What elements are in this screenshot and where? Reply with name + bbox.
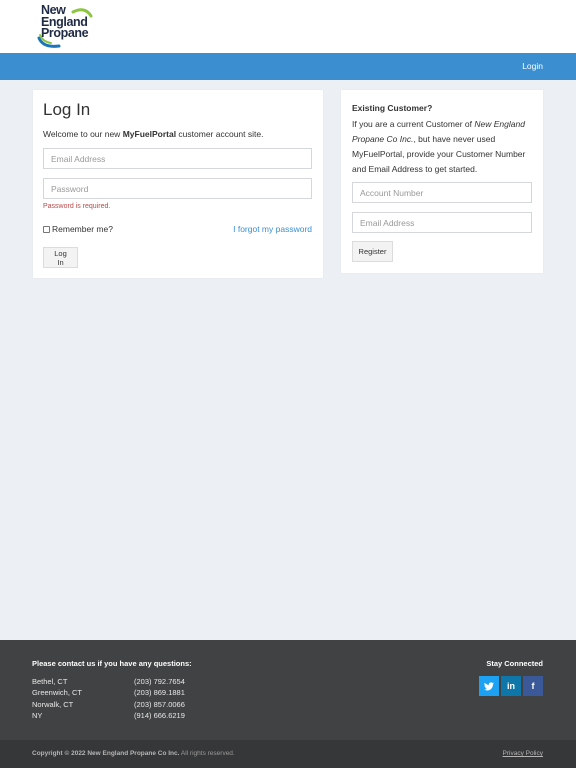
register-button[interactable]: Register — [352, 241, 393, 262]
welcome-prefix: Welcome to our new — [43, 129, 123, 139]
existing-customer-heading: Existing Customer? — [352, 103, 433, 113]
contact-city: Bethel, CT — [32, 677, 68, 686]
linkedin-icon[interactable]: in — [501, 676, 521, 696]
welcome-suffix: customer account site. — [176, 129, 264, 139]
contact-phone[interactable]: (914) 666.6219 — [134, 711, 185, 720]
social-links: in f — [477, 676, 543, 696]
contact-city: Norwalk, CT — [32, 699, 74, 709]
remember-me-option[interactable]: Remember me? — [43, 224, 113, 234]
remember-me-label: Remember me? — [52, 224, 113, 234]
register-instructions: If you are a current Customer of New Eng… — [352, 117, 536, 177]
facebook-icon[interactable]: f — [523, 676, 543, 696]
page-title: Log In — [43, 100, 91, 119]
login-password-input[interactable] — [43, 178, 312, 199]
contact-phone[interactable]: (203) 869.1881 — [134, 688, 185, 697]
contact-phone[interactable]: (203) 857.0066 — [134, 700, 185, 709]
site-header: New England Propane — [0, 0, 576, 53]
register-card: Existing Customer? If you are a current … — [341, 90, 543, 273]
logo-line-3: Propane — [41, 26, 89, 40]
contact-city: NY — [32, 710, 43, 720]
nav-login-link[interactable]: Login — [522, 61, 543, 71]
login-card: Log In Welcome to our new MyFuelPortal c… — [33, 90, 323, 278]
logo-text: New England Propane — [41, 4, 89, 40]
copyright-main: Copyright © 2022 New England Propane Co … — [32, 750, 180, 757]
account-number-input[interactable] — [352, 182, 532, 203]
copyright-rest: All rights reserved. — [179, 750, 235, 757]
login-email-input[interactable] — [43, 148, 312, 169]
top-navbar: Login — [0, 53, 576, 80]
twitter-bird-icon — [484, 681, 494, 690]
twitter-icon[interactable] — [479, 676, 499, 696]
site-footer: Please contact us if you have any questi… — [0, 640, 576, 740]
copyright-bar: Copyright © 2022 New England Propane Co … — [0, 740, 576, 768]
password-error-message: Password is required. — [43, 203, 111, 210]
contact-heading: Please contact us if you have any questi… — [32, 659, 192, 668]
login-button[interactable]: Log In — [43, 247, 78, 268]
welcome-text: Welcome to our new MyFuelPortal customer… — [43, 129, 263, 139]
new-england-propane-logo[interactable]: New England Propane — [37, 4, 97, 50]
privacy-policy-link[interactable]: Privacy Policy — [503, 750, 543, 757]
copyright-text: Copyright © 2022 New England Propane Co … — [32, 750, 235, 757]
register-email-input[interactable] — [352, 212, 532, 233]
contact-phone[interactable]: (203) 792.7654 — [134, 677, 185, 686]
stay-connected-heading: Stay Connected — [486, 659, 543, 668]
remember-me-checkbox[interactable] — [43, 225, 50, 233]
register-text-part1: If you are a current Customer of — [352, 119, 475, 129]
welcome-brand: MyFuelPortal — [122, 129, 177, 139]
forgot-password-link[interactable]: I forgot my password — [233, 224, 312, 234]
contact-city: Greenwich, CT — [32, 688, 83, 698]
